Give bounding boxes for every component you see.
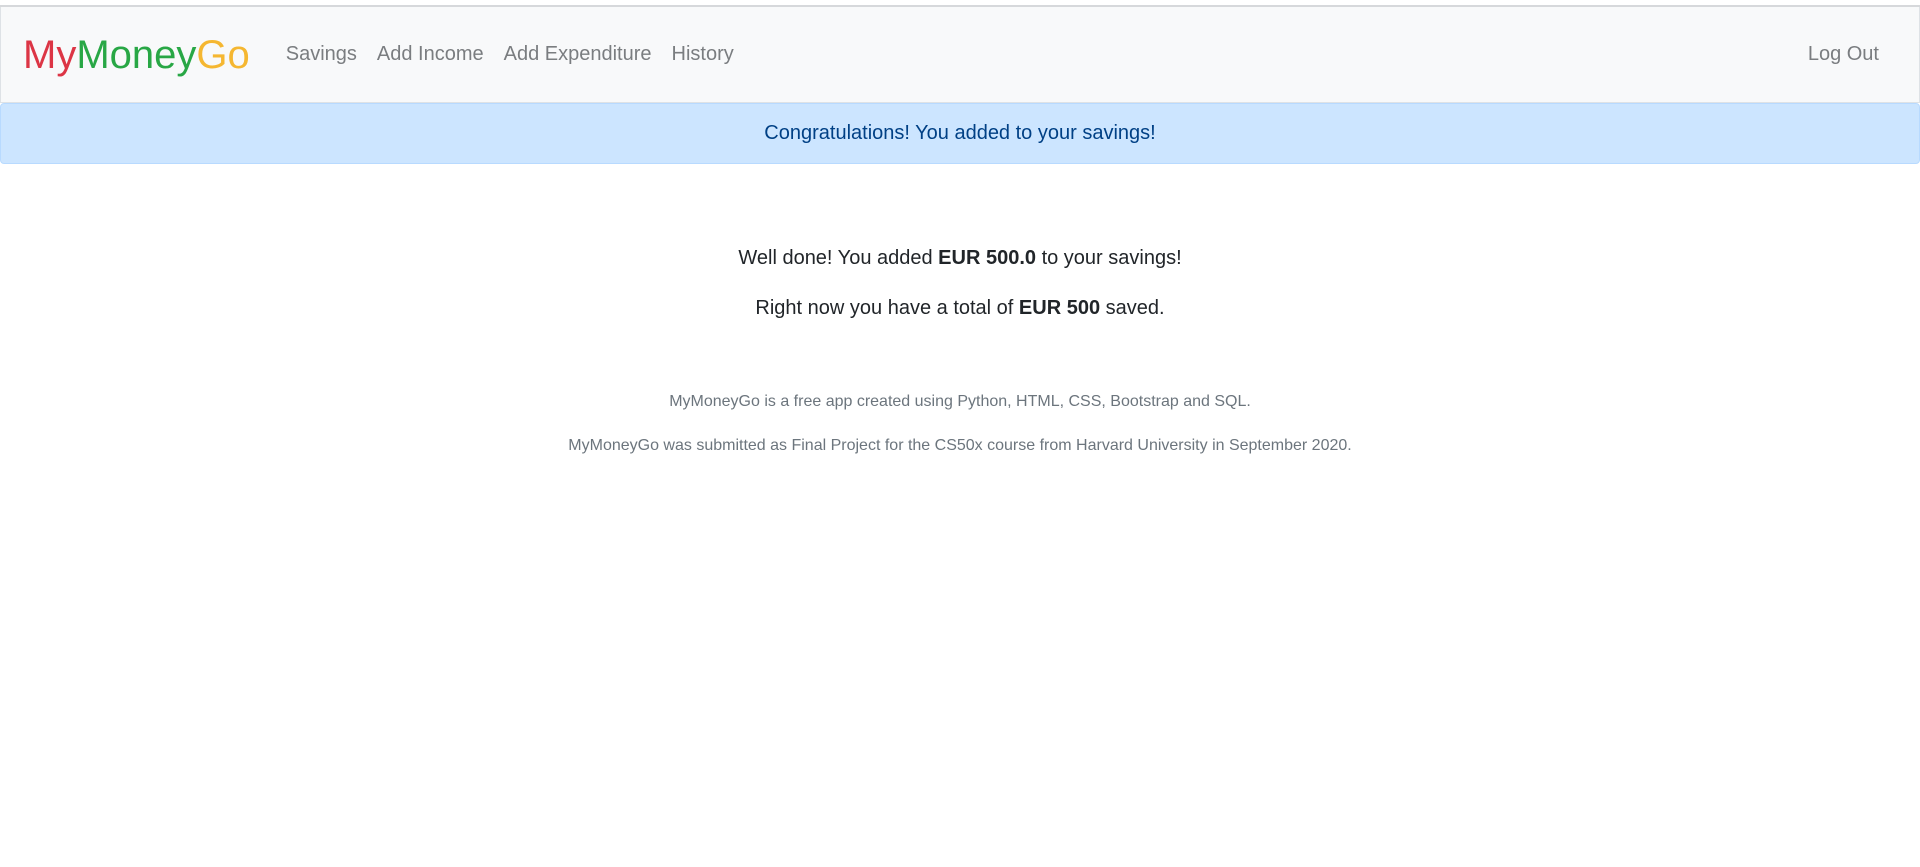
footer-line-tech: MyMoneyGo is a free app created using Py…	[669, 393, 1251, 410]
alert-message: Congratulations! You added to your savin…	[764, 122, 1156, 144]
nav-items: Savings Add Income Add Expenditure Histo…	[276, 43, 744, 66]
footer-line-submission: MyMoneyGo was submitted as Final Project…	[568, 437, 1352, 454]
nav-right: Log Out	[1798, 43, 1889, 66]
total-amount: EUR 500	[1018, 297, 1101, 319]
added-amount-message: Well done! You added EUR 500.0 to your s…	[0, 246, 1920, 270]
logout-link[interactable]: Log Out	[1798, 43, 1889, 65]
total-savings-message: Right now you have a total of EUR 500 sa…	[0, 296, 1920, 320]
nav-link-add-income[interactable]: Add Income	[367, 43, 494, 66]
top-rule	[0, 0, 1920, 7]
footer: MyMoneyGo is a free app created using Py…	[0, 346, 1920, 456]
total-prefix: Right now you have a total of	[755, 297, 1019, 319]
brand-part-my: My	[23, 32, 77, 77]
total-suffix: saved.	[1100, 297, 1165, 319]
success-alert: Congratulations! You added to your savin…	[0, 103, 1920, 164]
added-suffix: to your savings!	[1036, 247, 1182, 269]
brand-part-money: Money	[76, 32, 197, 77]
brand-part-go: Go	[196, 32, 250, 77]
nav-link-history[interactable]: History	[662, 43, 744, 66]
nav-link-savings[interactable]: Savings	[276, 43, 367, 66]
brand-logo[interactable]: My Money Go	[23, 35, 250, 75]
nav-link-add-expenditure[interactable]: Add Expenditure	[494, 43, 662, 66]
navbar: My Money Go Savings Add Income Add Expen…	[0, 7, 1920, 103]
main-content: Well done! You added EUR 500.0 to your s…	[0, 164, 1920, 320]
added-prefix: Well done! You added	[738, 247, 939, 269]
added-amount: EUR 500.0	[938, 247, 1037, 269]
